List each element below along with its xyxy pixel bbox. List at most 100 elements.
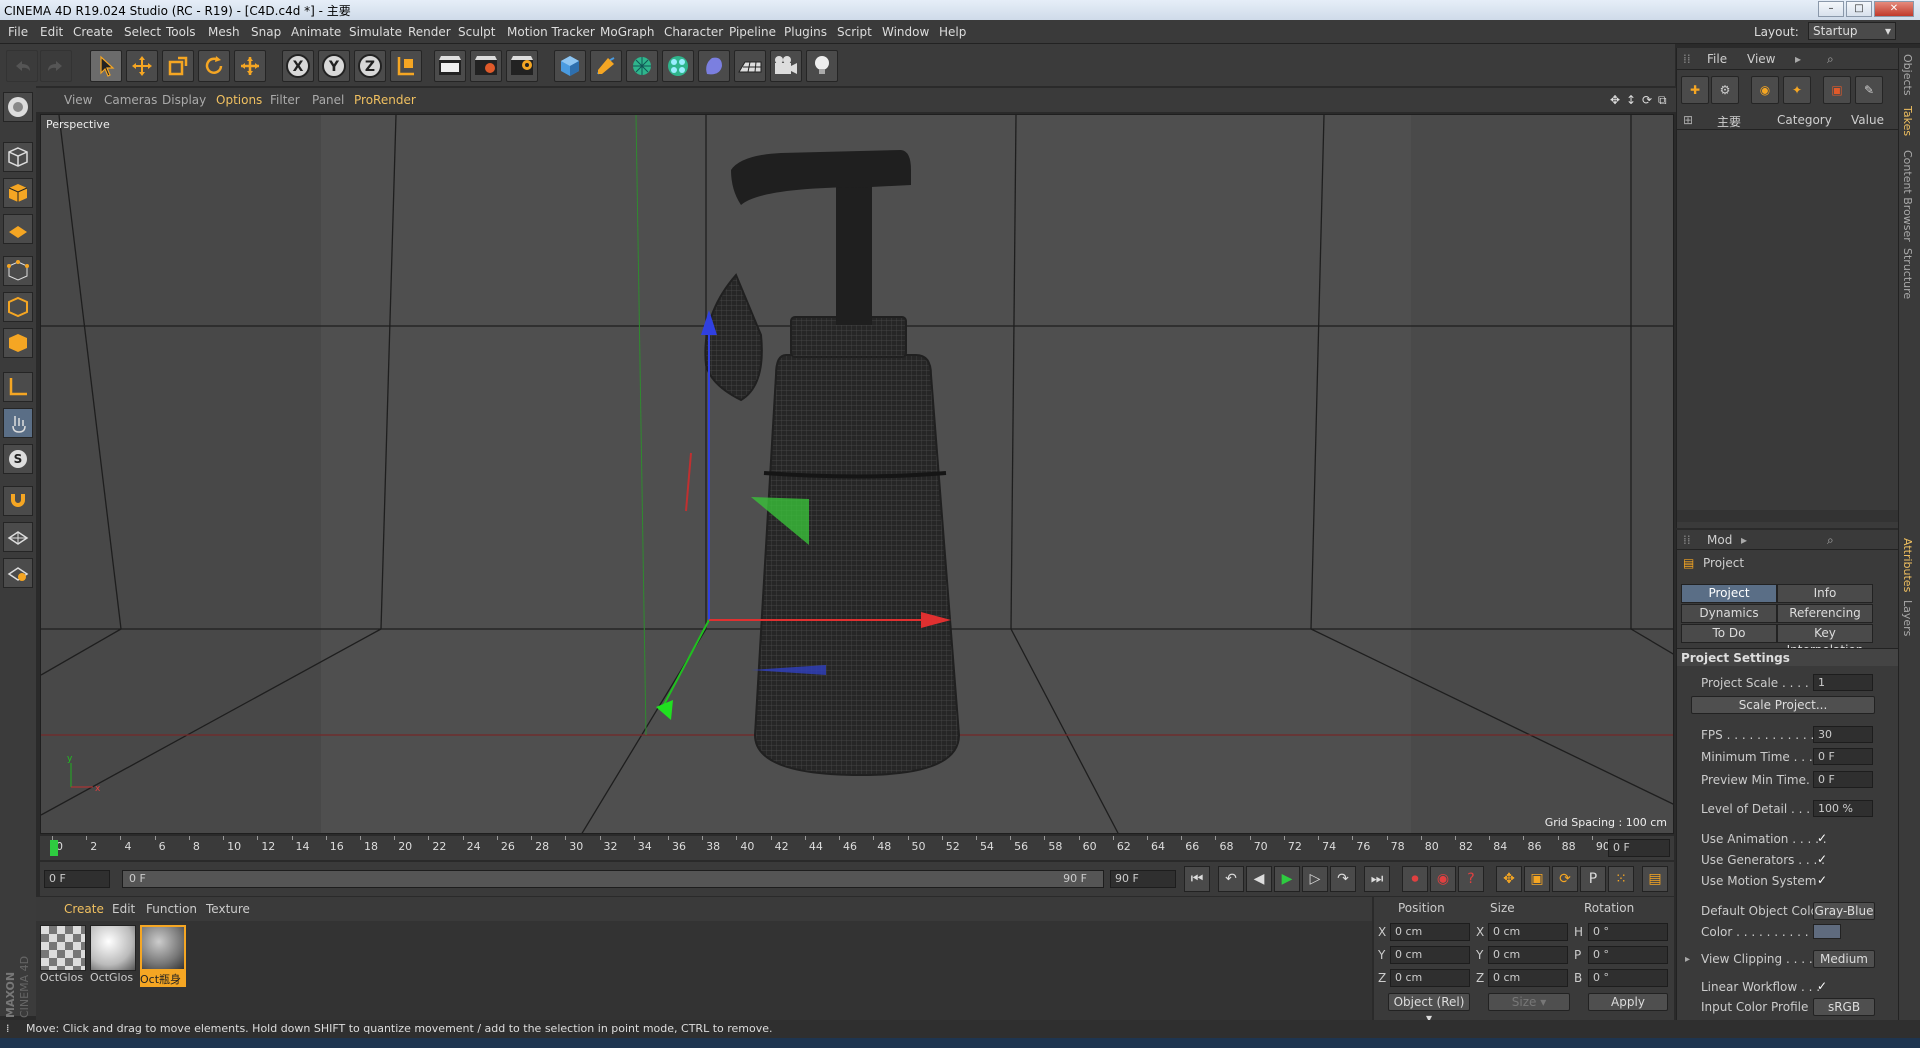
timeline-window-icon[interactable]: ▤: [1642, 866, 1668, 892]
menu-motion-tracker[interactable]: Motion Tracker: [507, 25, 595, 39]
material-menu-texture[interactable]: Texture: [206, 902, 250, 916]
menu-simulate[interactable]: Simulate: [349, 25, 402, 39]
planar-workplane-icon[interactable]: [3, 558, 33, 588]
project-scale-field[interactable]: 1: [1813, 674, 1873, 691]
material-menu-create[interactable]: Create: [64, 902, 104, 916]
end-frame-field[interactable]: 90 F: [1110, 870, 1176, 888]
menu-render[interactable]: Render: [408, 25, 451, 39]
undo-icon[interactable]: [6, 50, 38, 82]
key-rotation-icon[interactable]: ⟳: [1552, 866, 1578, 892]
material-menu-edit[interactable]: Edit: [112, 902, 135, 916]
viewport-menu-filter[interactable]: Filter: [270, 93, 300, 107]
search-icon[interactable]: ⌕: [1827, 52, 1834, 67]
keyframe-selection-icon[interactable]: ?: [1458, 866, 1484, 892]
take-auto-icon[interactable]: ◉: [1751, 76, 1779, 104]
render-view-icon[interactable]: [434, 50, 466, 82]
material-item[interactable]: OctGlos: [90, 925, 136, 989]
menu-script[interactable]: Script: [837, 25, 872, 39]
menu-character[interactable]: Character: [664, 25, 723, 39]
viewport-maximize-icon[interactable]: ⧉: [1658, 93, 1667, 108]
menu-tools[interactable]: Tools: [166, 25, 196, 39]
scale-icon[interactable]: [162, 50, 194, 82]
viewport-menu-panel[interactable]: Panel: [312, 93, 344, 107]
key-parameter-icon[interactable]: P: [1580, 866, 1606, 892]
previous-frame-icon[interactable]: ◀: [1246, 866, 1272, 892]
size-y-field[interactable]: 0 cm: [1488, 946, 1568, 964]
use-motion-system-checkbox[interactable]: ✓: [1817, 873, 1827, 887]
viewport-menu-cameras[interactable]: Cameras: [104, 93, 157, 107]
rotate-icon[interactable]: [198, 50, 230, 82]
position-y-field[interactable]: 0 cm: [1390, 946, 1470, 964]
menu-create[interactable]: Create: [73, 25, 113, 39]
x-axis-icon[interactable]: X: [282, 50, 314, 82]
material-item[interactable]: Oct瓶身: [140, 925, 186, 989]
render-picture-viewer-icon[interactable]: [470, 50, 502, 82]
minimum-time-field[interactable]: 0 F: [1813, 748, 1873, 765]
arrow-right-icon[interactable]: ▸: [1741, 533, 1747, 547]
scale-project-button[interactable]: Scale Project...: [1691, 696, 1875, 714]
live-select-icon[interactable]: [234, 50, 266, 82]
tab-attributes[interactable]: Attributes: [1901, 538, 1914, 592]
autokey-icon[interactable]: ◉: [1430, 866, 1456, 892]
axis-mode-icon[interactable]: [3, 372, 33, 402]
current-frame-field[interactable]: 0 F: [1608, 839, 1670, 857]
tab-dynamics[interactable]: Dynamics: [1681, 604, 1777, 623]
polygons-mode-icon[interactable]: [3, 328, 33, 358]
tab-info[interactable]: Info: [1777, 584, 1873, 603]
deformer-icon[interactable]: [698, 50, 730, 82]
tab-structure[interactable]: Structure: [1901, 248, 1914, 299]
viewport-zoom-icon[interactable]: ↕: [1626, 93, 1636, 107]
make-editable-icon[interactable]: [3, 92, 33, 122]
next-frame-icon[interactable]: ▷: [1302, 866, 1328, 892]
play-icon[interactable]: ▶: [1274, 866, 1300, 892]
menu-select[interactable]: Select: [124, 25, 161, 39]
coordinate-system-icon[interactable]: [390, 50, 422, 82]
take-lock-icon[interactable]: ✦: [1783, 76, 1811, 104]
viewport-menu-options[interactable]: Options: [216, 93, 262, 107]
next-key-icon[interactable]: ↷: [1330, 866, 1356, 892]
menu-sculpt[interactable]: Sculpt: [458, 25, 495, 39]
menu-snap[interactable]: Snap: [251, 25, 281, 39]
tab-to-do[interactable]: To Do: [1681, 624, 1777, 643]
take-name-main[interactable]: 主要: [1717, 113, 1741, 130]
texture-mode-icon[interactable]: [3, 178, 33, 208]
edges-mode-icon[interactable]: [3, 292, 33, 322]
key-pla-icon[interactable]: ⁙: [1608, 866, 1634, 892]
menu-pipeline[interactable]: Pipeline: [729, 25, 776, 39]
range-slider[interactable]: 0 F 90 F: [122, 870, 1104, 888]
workplane-icon[interactable]: [3, 214, 33, 244]
subdivision-icon[interactable]: [626, 50, 658, 82]
material-item[interactable]: OctGlos: [40, 925, 86, 989]
move-icon[interactable]: [126, 50, 158, 82]
horizontal-scrollbar[interactable]: [1677, 510, 1899, 522]
layout-dropdown[interactable]: Startup ▾: [1808, 22, 1896, 40]
viewport-rotate-icon[interactable]: ⟳: [1642, 93, 1652, 107]
edit-render-settings-icon[interactable]: [506, 50, 538, 82]
go-to-start-icon[interactable]: ⏮: [1184, 866, 1210, 892]
y-axis-icon[interactable]: Y: [318, 50, 350, 82]
menu-file[interactable]: File: [8, 25, 28, 39]
key-scale-icon[interactable]: ▣: [1524, 866, 1550, 892]
viewport-menu-view[interactable]: View: [64, 93, 92, 107]
camera-icon[interactable]: [770, 50, 802, 82]
rotation-b-field[interactable]: 0 °: [1588, 969, 1668, 987]
z-axis-icon[interactable]: Z: [354, 50, 386, 82]
tab-objects[interactable]: Objects: [1901, 54, 1914, 96]
linear-workflow-checkbox[interactable]: ✓: [1817, 979, 1827, 993]
viewport-menu-prorender[interactable]: ProRender: [354, 93, 416, 107]
menu-window[interactable]: Window: [882, 25, 929, 39]
tab-key-interpolation[interactable]: Key Interpolation: [1777, 624, 1873, 657]
viewport-menu-display[interactable]: Display: [162, 93, 206, 107]
previous-key-icon[interactable]: ↶: [1218, 866, 1244, 892]
viewport-perspective[interactable]: y x Perspective Grid Spacing : 100 cm: [40, 114, 1674, 834]
object-menu-file[interactable]: File: [1707, 52, 1727, 66]
tab-content-browser[interactable]: Content Browser: [1901, 150, 1914, 242]
tab-layers[interactable]: Layers: [1901, 600, 1914, 636]
position-x-field[interactable]: 0 cm: [1390, 923, 1470, 941]
minimize-button[interactable]: –: [1818, 1, 1844, 17]
take-override-icon[interactable]: ⚙: [1711, 76, 1739, 104]
timeline-ruler[interactable]: 0 2 4 6 8 10 12 14 16 18 20 22 24 26 28 30 32 34 36 38 40 42 4…: [40, 836, 1674, 860]
maximize-button[interactable]: □: [1846, 1, 1872, 17]
color-swatch[interactable]: [1813, 924, 1841, 939]
viewport-move-icon[interactable]: ✥: [1610, 93, 1620, 107]
